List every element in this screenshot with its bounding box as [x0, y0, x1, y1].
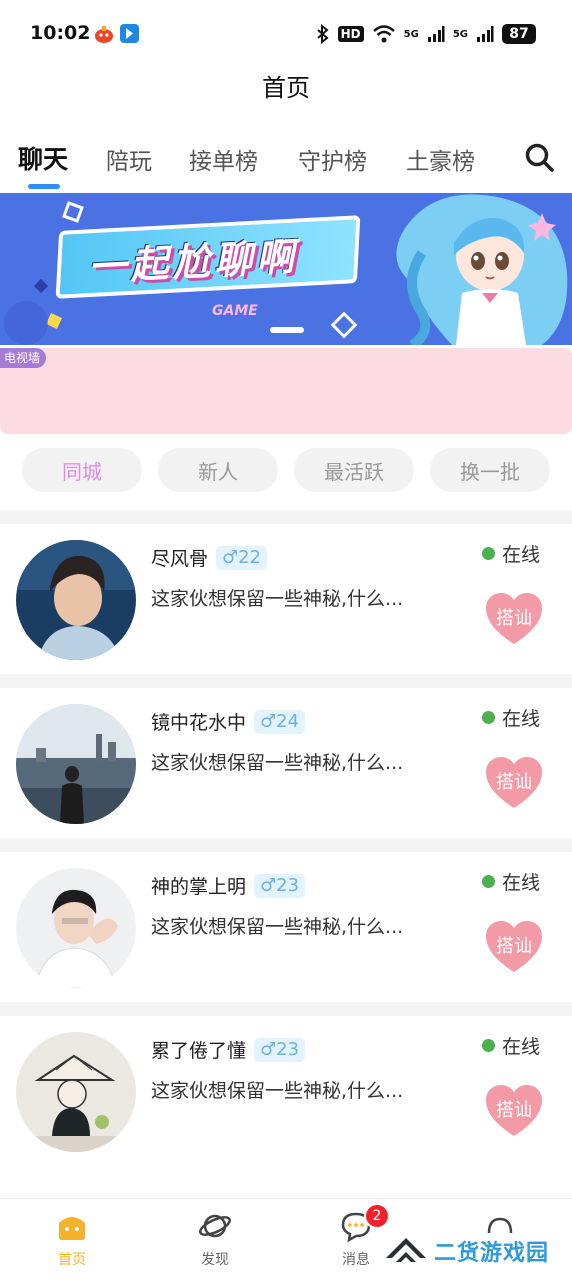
banner-subtitle: GAME — [212, 303, 258, 319]
avatar[interactable] — [16, 1032, 136, 1152]
tab-chat[interactable]: 聊天 — [18, 140, 68, 176]
user-card[interactable]: 镜中花水中 ♂24 这家伙想保留一些神秘,什么... 在线 搭讪 — [0, 688, 572, 838]
filter-most-active[interactable]: 最活跃 — [294, 448, 414, 492]
user-card[interactable]: 神的掌上明 ♂23 这家伙想保留一些神秘,什么... 在线 搭讪 — [0, 852, 572, 1002]
user-name: 镜中花水中 — [151, 712, 247, 734]
gender-age-badge: ♂23 — [254, 873, 306, 898]
user-list: 尽风骨 ♂22 这家伙想保留一些神秘,什么... 在线 搭讪 镜中花水中 ♂24… — [0, 510, 572, 1166]
online-status-text: 在线 — [502, 544, 541, 566]
tv-wall-panel[interactable]: 电视墙 — [0, 348, 572, 434]
gender-age-badge: ♂22 — [216, 545, 268, 570]
online-dot-icon — [482, 547, 495, 560]
watermark-text: 二货游戏园 — [434, 1241, 550, 1266]
user-card[interactable]: 累了倦了懂 ♂23 这家伙想保留一些神秘,什么... 在线 搭讪 — [0, 1016, 572, 1166]
nav-discover-label: 发现 — [201, 1252, 229, 1268]
user-bio: 这家伙想保留一些神秘,什么... — [151, 1080, 404, 1102]
promo-banner[interactable]: 一起尬聊啊 GAME — [0, 193, 572, 345]
nav-home-label: 首页 — [58, 1252, 86, 1268]
filter-bar: 同城 新人 最活跃 换一批 — [0, 448, 572, 494]
status-bar: 10:02 HD 5G 5G 87 — [0, 0, 572, 66]
avatar[interactable] — [16, 540, 136, 660]
network-type-1: 5G — [403, 28, 419, 40]
nav-discover[interactable]: 发现 — [175, 1209, 255, 1269]
user-name: 尽风骨 — [151, 548, 209, 570]
greet-button[interactable]: 搭讪 — [484, 1084, 544, 1138]
page-title: 首页 — [262, 74, 310, 102]
status-indicators: HD 5G 5G 87 — [316, 22, 536, 46]
online-status: 在线 — [482, 1032, 540, 1059]
tab-play[interactable]: 陪玩 — [106, 142, 152, 176]
user-name: 累了倦了懂 — [151, 1040, 247, 1062]
online-dot-icon — [482, 711, 495, 724]
signal-icon — [427, 26, 445, 42]
avatar[interactable] — [16, 704, 136, 824]
status-time: 10:02 — [30, 22, 91, 44]
greet-button-label: 搭讪 — [496, 936, 532, 957]
greet-button[interactable]: 搭讪 — [484, 756, 544, 810]
greet-button[interactable]: 搭讪 — [484, 592, 544, 646]
messages-unread-badge: 2 — [364, 1203, 390, 1229]
tv-wall-label: 电视墙 — [0, 348, 47, 368]
app-notification-icon-2 — [120, 24, 139, 43]
online-status: 在线 — [482, 540, 540, 567]
user-bio: 这家伙想保留一些神秘,什么... — [151, 588, 404, 610]
watermark-logo-icon — [386, 1238, 426, 1262]
planet-icon — [199, 1214, 231, 1238]
gender-age-badge: ♂24 — [254, 709, 306, 734]
online-dot-icon — [482, 1039, 495, 1052]
battery-indicator: 87 — [502, 24, 536, 44]
online-dot-icon — [482, 875, 495, 888]
filter-newcomers[interactable]: 新人 — [158, 448, 278, 492]
search-icon[interactable] — [524, 142, 556, 174]
online-status-text: 在线 — [502, 872, 541, 894]
banner-headline: 一起尬聊啊 — [87, 234, 300, 290]
tab-rich-ranking[interactable]: 土豪榜 — [406, 142, 475, 176]
tab-order-ranking[interactable]: 接单榜 — [189, 142, 258, 176]
nav-home[interactable]: 首页 — [32, 1209, 112, 1269]
online-status-text: 在线 — [502, 1036, 541, 1058]
user-name-row: 镜中花水中 ♂24 — [151, 708, 306, 735]
greet-button-label: 搭讪 — [496, 608, 532, 629]
gender-age-badge: ♂23 — [254, 1037, 306, 1062]
user-card[interactable]: 尽风骨 ♂22 这家伙想保留一些神秘,什么... 在线 搭讪 — [0, 524, 572, 674]
online-status: 在线 — [482, 868, 540, 895]
watermark: 二货游戏园 — [384, 1232, 549, 1270]
avatar[interactable] — [16, 868, 136, 988]
banner-page-indicator — [270, 327, 304, 333]
greet-button-label: 搭讪 — [496, 772, 532, 793]
user-name-row: 累了倦了懂 ♂23 — [151, 1036, 306, 1063]
tab-bar: 聊天 陪玩 接单榜 守护榜 土豪榜 — [0, 136, 572, 192]
greet-button-label: 搭讪 — [496, 1100, 532, 1121]
banner-character-illustration — [396, 194, 568, 345]
user-bio: 这家伙想保留一些神秘,什么... — [151, 752, 404, 774]
filter-same-city[interactable]: 同城 — [22, 448, 142, 492]
network-type-2: 5G — [452, 28, 468, 40]
online-status-text: 在线 — [502, 708, 541, 730]
user-name-row: 神的掌上明 ♂23 — [151, 872, 306, 899]
signal-icon-2 — [477, 26, 494, 42]
user-name-row: 尽风骨 ♂22 — [151, 544, 268, 571]
tab-active-indicator — [28, 184, 60, 189]
hd-badge: HD — [337, 26, 364, 42]
online-status: 在线 — [482, 704, 540, 731]
user-name: 神的掌上明 — [151, 876, 247, 898]
wifi-icon — [372, 25, 395, 43]
tab-guard-ranking[interactable]: 守护榜 — [298, 142, 367, 176]
filter-refresh-batch[interactable]: 换一批 — [430, 448, 550, 492]
greet-button[interactable]: 搭讪 — [484, 920, 544, 974]
app-notification-icon — [95, 26, 113, 43]
home-icon — [59, 1217, 85, 1240]
user-bio: 这家伙想保留一些神秘,什么... — [151, 916, 404, 938]
bluetooth-icon — [316, 24, 329, 44]
